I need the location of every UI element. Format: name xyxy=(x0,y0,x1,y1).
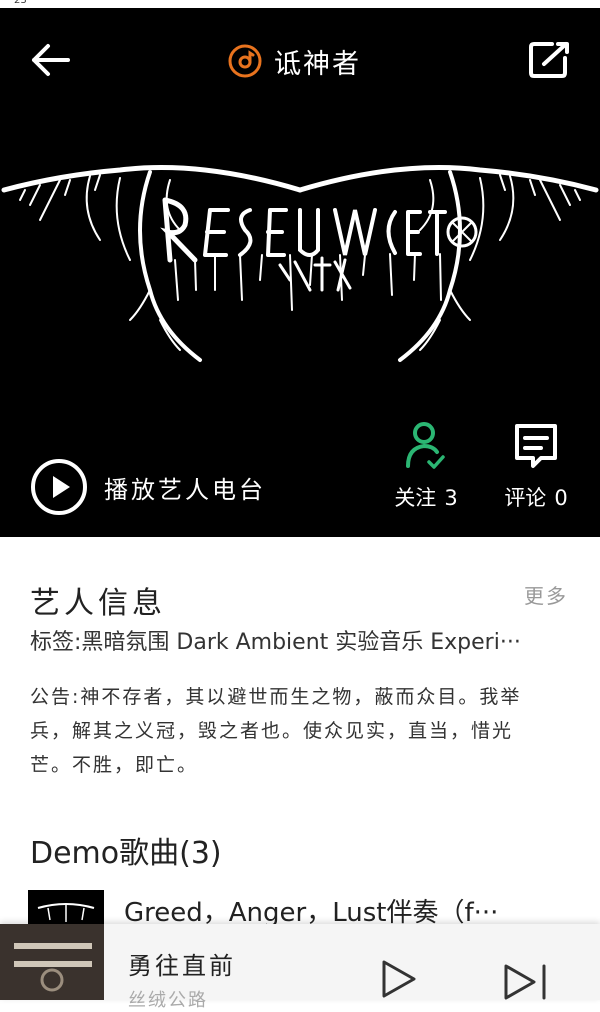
artist-name: 诋神者 xyxy=(274,48,361,80)
more-link[interactable]: 更多 xyxy=(524,580,568,609)
play-artist-radio-button[interactable]: 播放艺人电台 xyxy=(30,458,266,516)
play-circle-icon xyxy=(31,459,87,515)
follow-button[interactable]: 关注 3 xyxy=(380,420,472,512)
follow-text: 关注 xyxy=(394,486,437,510)
now-playing-artist: 丝绒公路 xyxy=(128,990,208,1011)
status-bar: 23 xyxy=(0,0,600,8)
artist-notice: 公告:神不存者，其以避世而生之物，蔽而众目。我举兵，解其之义冠，毁之者也。使众见… xyxy=(30,686,522,776)
follow-label: 关注 3 xyxy=(380,482,472,512)
arrow-left-icon[interactable] xyxy=(28,40,74,80)
now-playing-title: 勇往直前 xyxy=(128,952,236,980)
artist-tags: 标签:黑暗氛围 Dark Ambient 实验音乐 Experi··· xyxy=(30,630,521,655)
edit-share-icon[interactable] xyxy=(528,40,572,80)
comment-count: 0 xyxy=(554,486,568,510)
music-disc-icon xyxy=(228,44,262,78)
play-radio-label: 播放艺人电台 xyxy=(104,475,266,504)
comment-button[interactable]: 评论 0 xyxy=(490,420,582,512)
now-playing-cover xyxy=(0,924,104,1000)
comment-icon xyxy=(515,424,557,468)
band-logo-artwork xyxy=(1,165,599,362)
status-time: 23 xyxy=(14,0,27,6)
next-track-icon[interactable] xyxy=(500,962,550,1002)
follow-count: 3 xyxy=(444,486,458,510)
comment-label: 评论 0 xyxy=(490,482,582,512)
page-title: 诋神者 xyxy=(228,44,361,80)
artist-hero: 23 诋神者 播放艺人电台 关注 3 评论 0 xyxy=(0,0,600,537)
artist-info-heading: 艺人信息 xyxy=(30,586,166,621)
comment-text: 评论 xyxy=(504,486,547,510)
user-follow-icon xyxy=(406,422,445,469)
play-icon[interactable] xyxy=(378,958,418,1000)
demo-songs-heading: Demo歌曲(3) xyxy=(30,836,222,871)
